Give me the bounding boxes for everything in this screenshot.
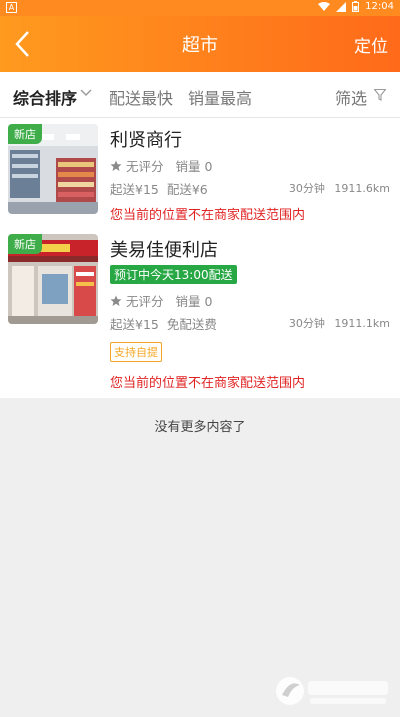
star-icon xyxy=(110,160,122,171)
chevron-down-icon[interactable] xyxy=(80,89,92,97)
tab-fastest-delivery[interactable]: 配送最快 xyxy=(109,85,173,109)
store-name: 利贤商行 xyxy=(110,130,182,151)
sales-count: 销量 0 xyxy=(175,159,213,174)
page-title: 超市 xyxy=(182,35,218,56)
store-card[interactable]: 新店 美易佳便利店 预订中今天13:00配送 无评分 销量 0 起送¥15 免配… xyxy=(0,228,400,398)
store-name: 美易佳便利店 xyxy=(110,240,218,261)
wifi-icon xyxy=(318,1,331,11)
top-nav-bar: 超市 定位 xyxy=(0,16,400,72)
store-card[interactable]: 新店 利贤商行 无评分 销量 0 起送¥15 配送¥6 30分钟 1911.6k… xyxy=(0,118,400,228)
new-store-badge: 新店 xyxy=(8,234,42,254)
preorder-badge: 预订中今天13:00配送 xyxy=(110,265,237,284)
watermark-logo xyxy=(276,677,388,705)
rating-text: 无评分 xyxy=(126,159,164,174)
clock: 12:04 xyxy=(365,1,394,12)
locate-button[interactable]: 定位 xyxy=(354,32,388,57)
time-distance: 30分钟 1911.1km xyxy=(289,315,390,331)
store-thumbnail[interactable]: 新店 xyxy=(8,234,98,324)
delivery-fee: 免配送费 xyxy=(166,317,217,332)
out-of-range-warning: 您当前的位置不在商家配送范围内 xyxy=(110,376,306,391)
battery-icon xyxy=(352,1,360,12)
distance: 1911.6km xyxy=(334,182,390,195)
no-more-content: 没有更多内容了 xyxy=(154,420,246,435)
min-order: 起送¥15 xyxy=(110,317,159,332)
time-distance: 30分钟 1911.6km xyxy=(289,180,390,196)
store-list: 新店 利贤商行 无评分 销量 0 起送¥15 配送¥6 30分钟 1911.6k… xyxy=(0,118,400,398)
rating-row: 无评分 销量 0 xyxy=(110,156,212,175)
star-icon xyxy=(110,295,122,306)
tab-comprehensive-sort[interactable]: 综合排序 xyxy=(13,85,77,109)
fee-row: 起送¥15 免配送费 xyxy=(110,314,217,333)
fee-row: 起送¥15 配送¥6 xyxy=(110,179,208,198)
status-bar: A 12:04 xyxy=(0,0,400,16)
delivery-time: 30分钟 xyxy=(288,317,325,330)
min-order: 起送¥15 xyxy=(110,182,159,197)
rating-text: 无评分 xyxy=(126,294,164,309)
filter-icon[interactable] xyxy=(374,89,386,101)
out-of-range-warning: 您当前的位置不在商家配送范围内 xyxy=(110,208,306,223)
delivery-time: 30分钟 xyxy=(288,182,325,195)
delivery-fee: 配送¥6 xyxy=(166,182,208,197)
store-thumbnail[interactable]: 新店 xyxy=(8,124,98,214)
sort-bar: 综合排序 配送最快 销量最高 筛选 xyxy=(0,72,400,118)
app-notification-icon: A xyxy=(6,2,17,13)
sales-count: 销量 0 xyxy=(175,294,213,309)
tab-top-sales[interactable]: 销量最高 xyxy=(188,85,252,109)
rating-row: 无评分 销量 0 xyxy=(110,291,212,310)
distance: 1911.1km xyxy=(334,317,390,330)
self-pickup-badge: 支持自提 xyxy=(110,342,162,362)
filter-button[interactable]: 筛选 xyxy=(335,85,367,109)
signal-icon xyxy=(336,1,347,12)
new-store-badge: 新店 xyxy=(8,124,42,144)
system-icons: 12:04 xyxy=(318,1,394,12)
